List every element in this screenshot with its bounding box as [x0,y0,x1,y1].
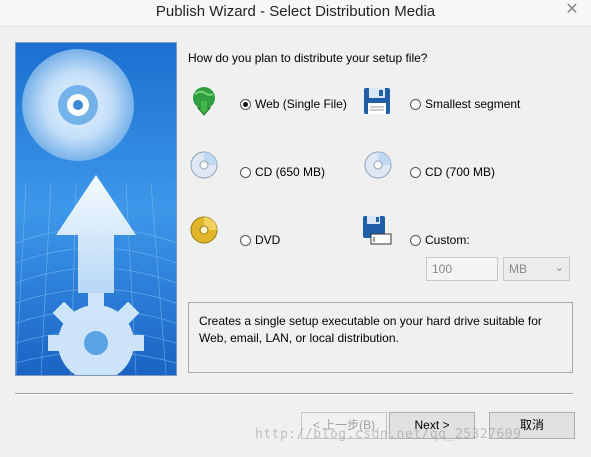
dvd-radio[interactable] [240,235,251,246]
description-text: Creates a single setup executable on you… [199,314,542,345]
custom-radio[interactable] [410,235,421,246]
smallest-segment-label[interactable]: Smallest segment [425,97,520,111]
dvd-disc-icon [189,215,219,245]
custom-unit-select[interactable]: MB ⌄ [503,257,570,281]
cd-disc-icon [363,150,393,180]
description-box: Creates a single setup executable on you… [188,302,573,373]
smallest-segment-radio[interactable] [410,99,421,110]
title-bar: Publish Wizard - Select Distribution Med… [0,0,591,27]
web-single-file-label[interactable]: Web (Single File) [255,97,347,111]
cd-650-label[interactable]: CD (650 MB) [255,165,325,179]
window-title: Publish Wizard - Select Distribution Med… [155,3,436,20]
floppy-custom-icon [362,215,392,245]
web-single-file-radio[interactable] [240,99,251,110]
cd-700-radio[interactable] [410,167,421,178]
floppy-disk-icon [362,86,392,116]
close-icon[interactable]: ✕ [561,0,583,22]
dvd-label[interactable]: DVD [255,233,280,247]
custom-unit-value: MB [509,262,527,276]
chevron-down-icon: ⌄ [554,262,564,274]
watermark-text: http://blog.csdn.net/qq_25327609 [255,427,522,442]
cd-disc-icon [189,150,219,180]
custom-size-input[interactable]: 100 [426,257,498,281]
custom-label[interactable]: Custom: [425,233,470,247]
question-label: How do you plan to distribute your setup… [188,51,428,65]
globe-download-icon [189,86,219,116]
cd-650-radio[interactable] [240,167,251,178]
wizard-side-image [15,42,177,376]
divider [15,393,573,395]
side-image-graphic [16,43,176,375]
cd-700-label[interactable]: CD (700 MB) [425,165,495,179]
